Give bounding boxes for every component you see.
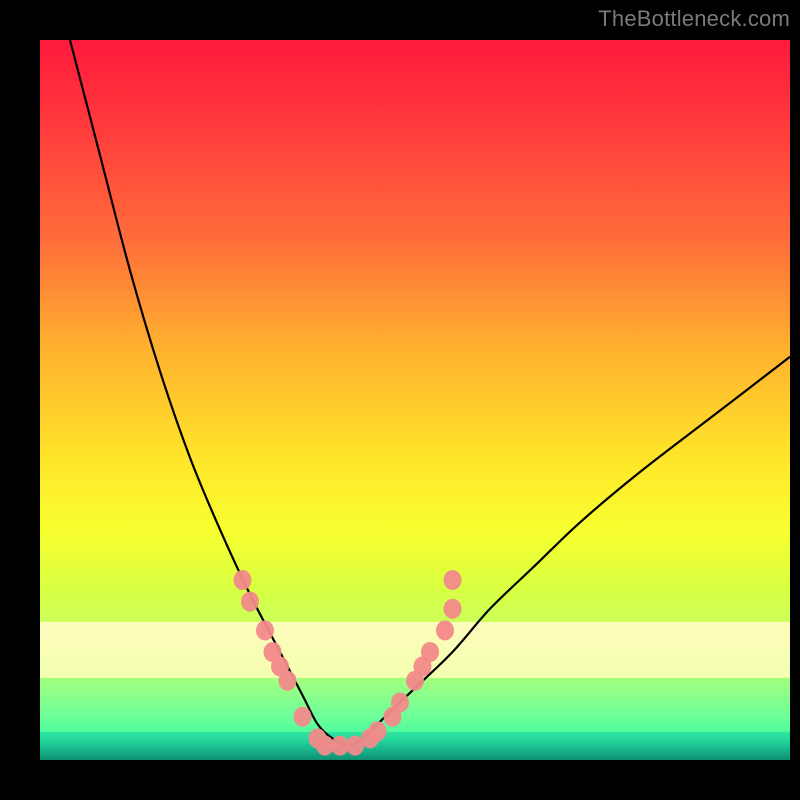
data-marker [391,692,409,712]
data-marker [384,707,402,727]
watermark-text: TheBottleneck.com [598,6,790,32]
outer-frame: TheBottleneck.com [0,0,800,800]
plot-area [40,40,790,760]
data-marker [241,592,259,612]
data-marker [444,599,462,619]
data-marker [234,570,252,590]
cream-band [40,622,790,678]
green-floor-band [40,732,790,760]
data-marker [444,570,462,590]
data-marker [294,707,312,727]
